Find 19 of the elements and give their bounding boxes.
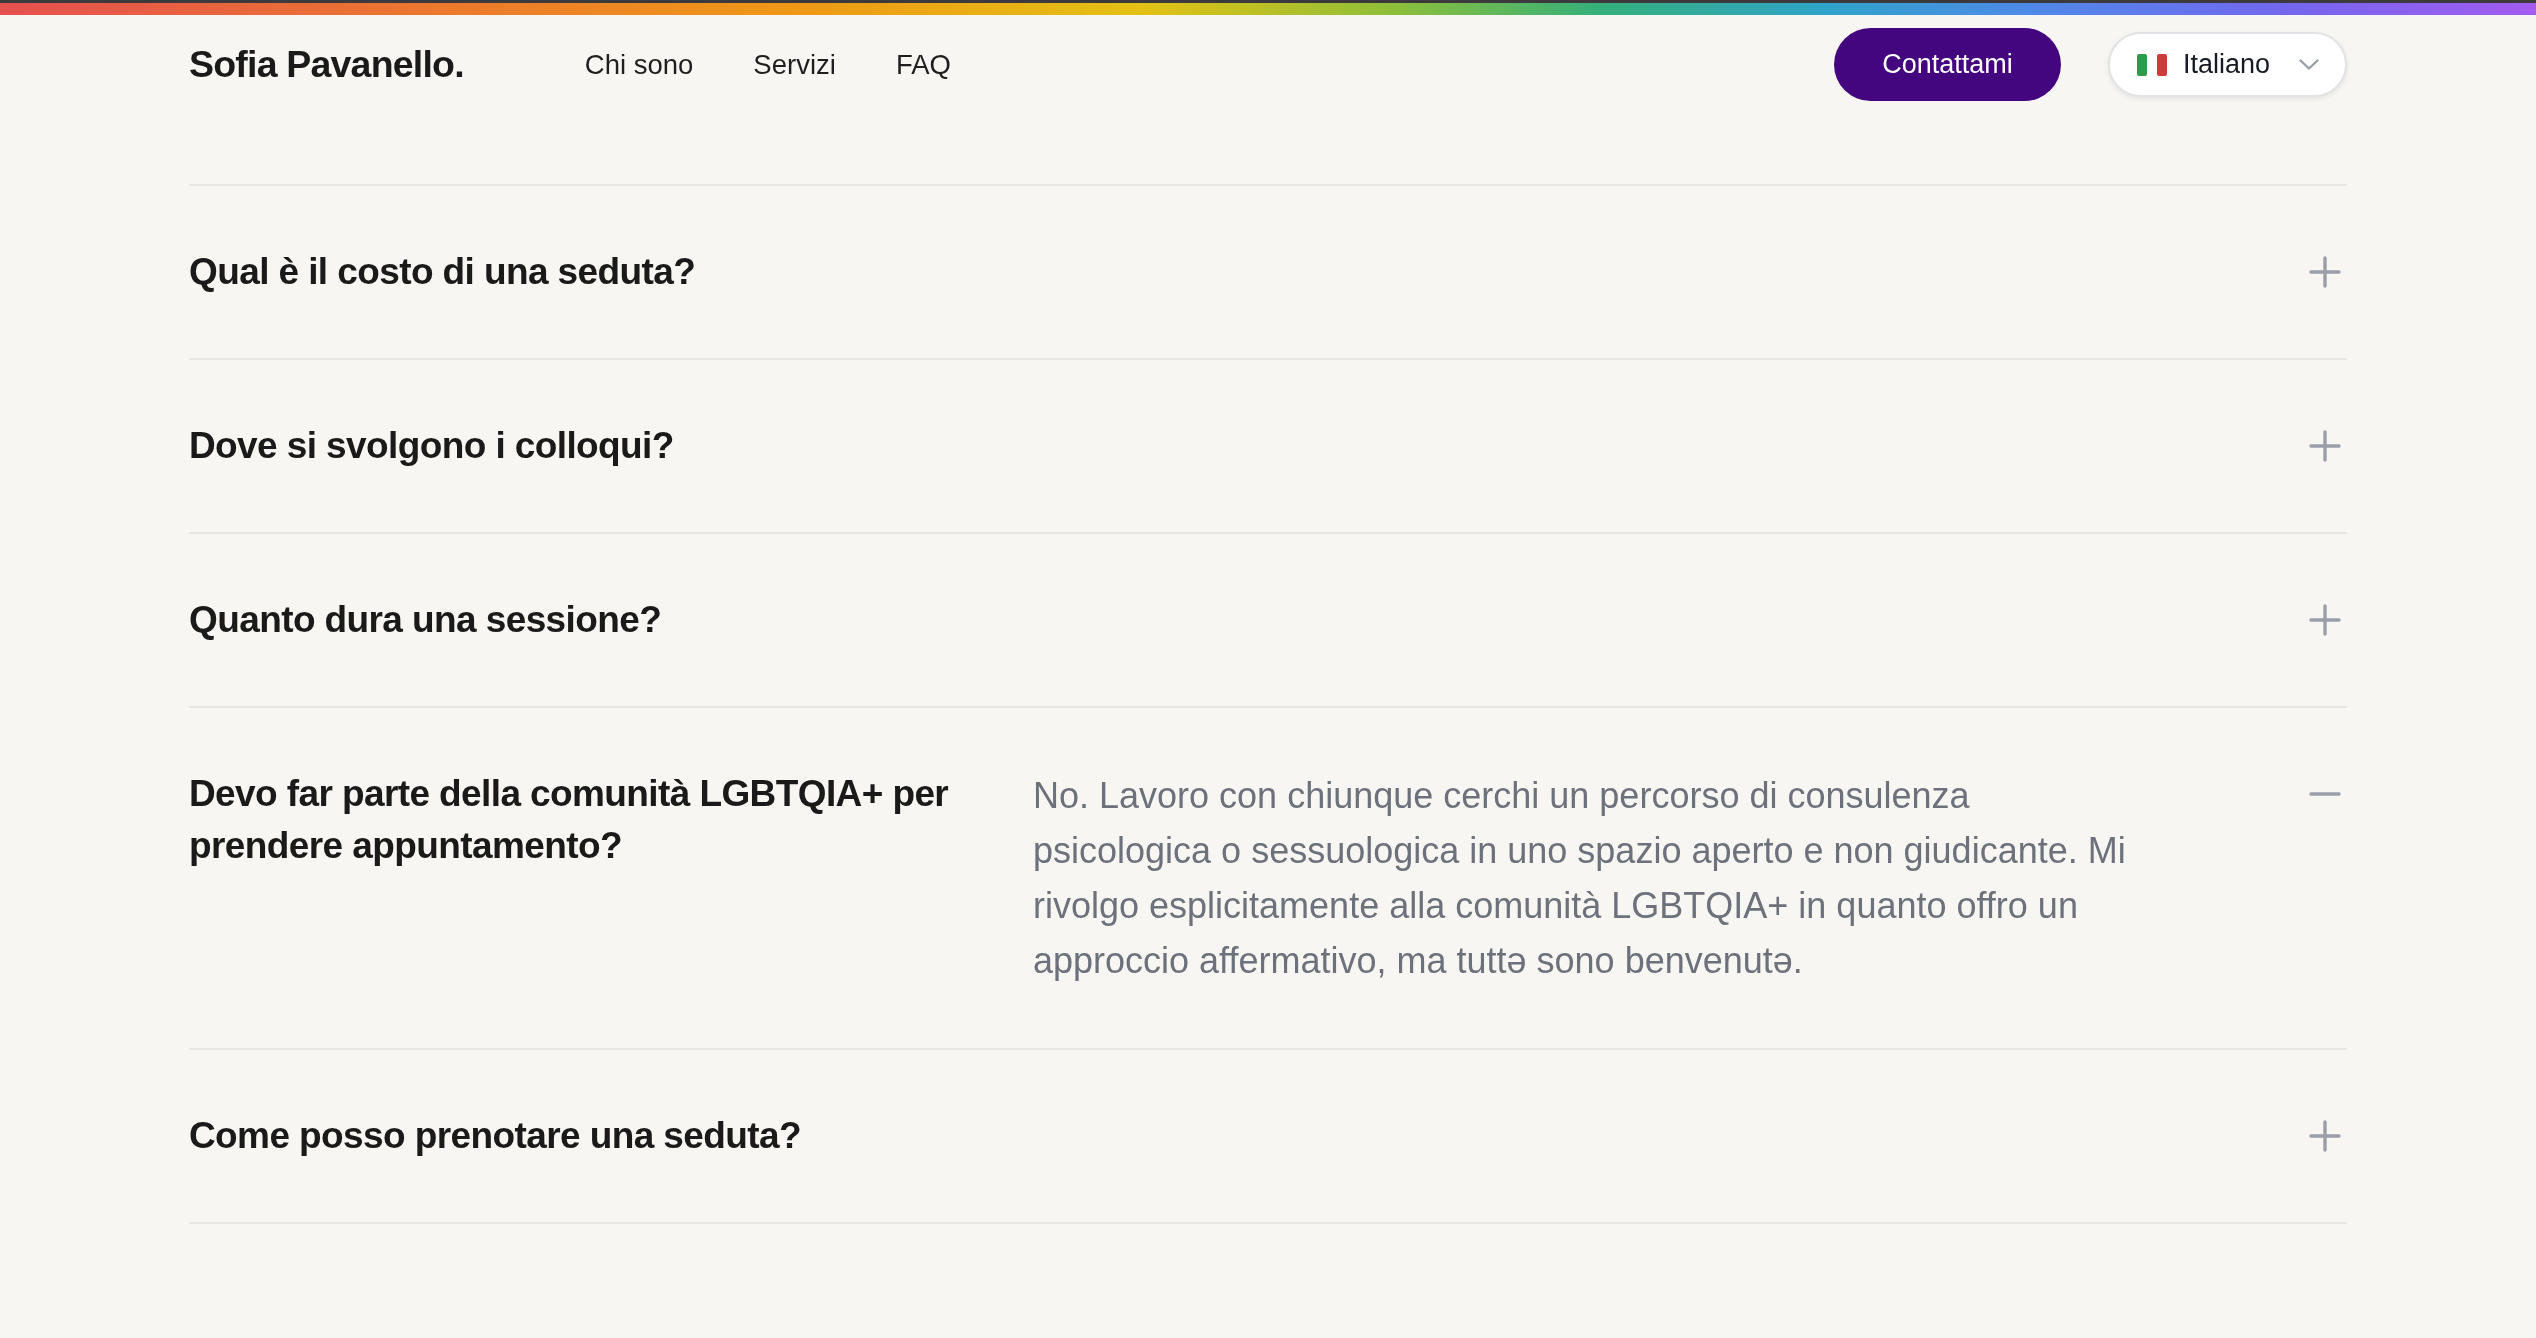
contact-button[interactable]: Contattami (1834, 28, 2061, 101)
chevron-down-icon (2299, 59, 2319, 70)
language-select[interactable]: Italiano (2108, 32, 2347, 97)
nav-link[interactable]: Chi sono (584, 48, 694, 81)
faq-answer: No. Lavoro con chiunque cerchi un percorso di consulenza psicologica o sessuologica in uno spazio aperto e non giudicante. Mi rivolgo esplicitamente alla comunità LGBTQIA+ in quanto offro un approccio affermativo, ma tuttə sono benvenutə. (1033, 774, 2127, 983)
plus-icon[interactable] (2309, 256, 2341, 288)
site-logo[interactable]: Sofia Pavanello. (189, 43, 464, 86)
nav-link[interactable]: FAQ (895, 48, 951, 81)
nav-link[interactable]: Servizi (753, 48, 836, 81)
plus-icon[interactable] (2309, 604, 2341, 636)
minus-icon[interactable] (2309, 792, 2341, 796)
faq-question[interactable]: Come posso prenotare una seduta? (189, 1110, 801, 1162)
flag-icon (2137, 53, 2167, 76)
plus-icon[interactable] (2309, 430, 2341, 462)
faq-question[interactable]: Qual è il costo di una seduta? (189, 246, 696, 298)
faq-question[interactable]: Quanto dura una sessione? (189, 594, 662, 646)
plus-icon[interactable] (2309, 1120, 2341, 1152)
faq-question[interactable]: Dove si svolgono i colloqui? (189, 420, 674, 472)
faq-question[interactable]: Devo far parte della comunità LGBTQIA+ per prendere appuntamento? (189, 768, 999, 872)
